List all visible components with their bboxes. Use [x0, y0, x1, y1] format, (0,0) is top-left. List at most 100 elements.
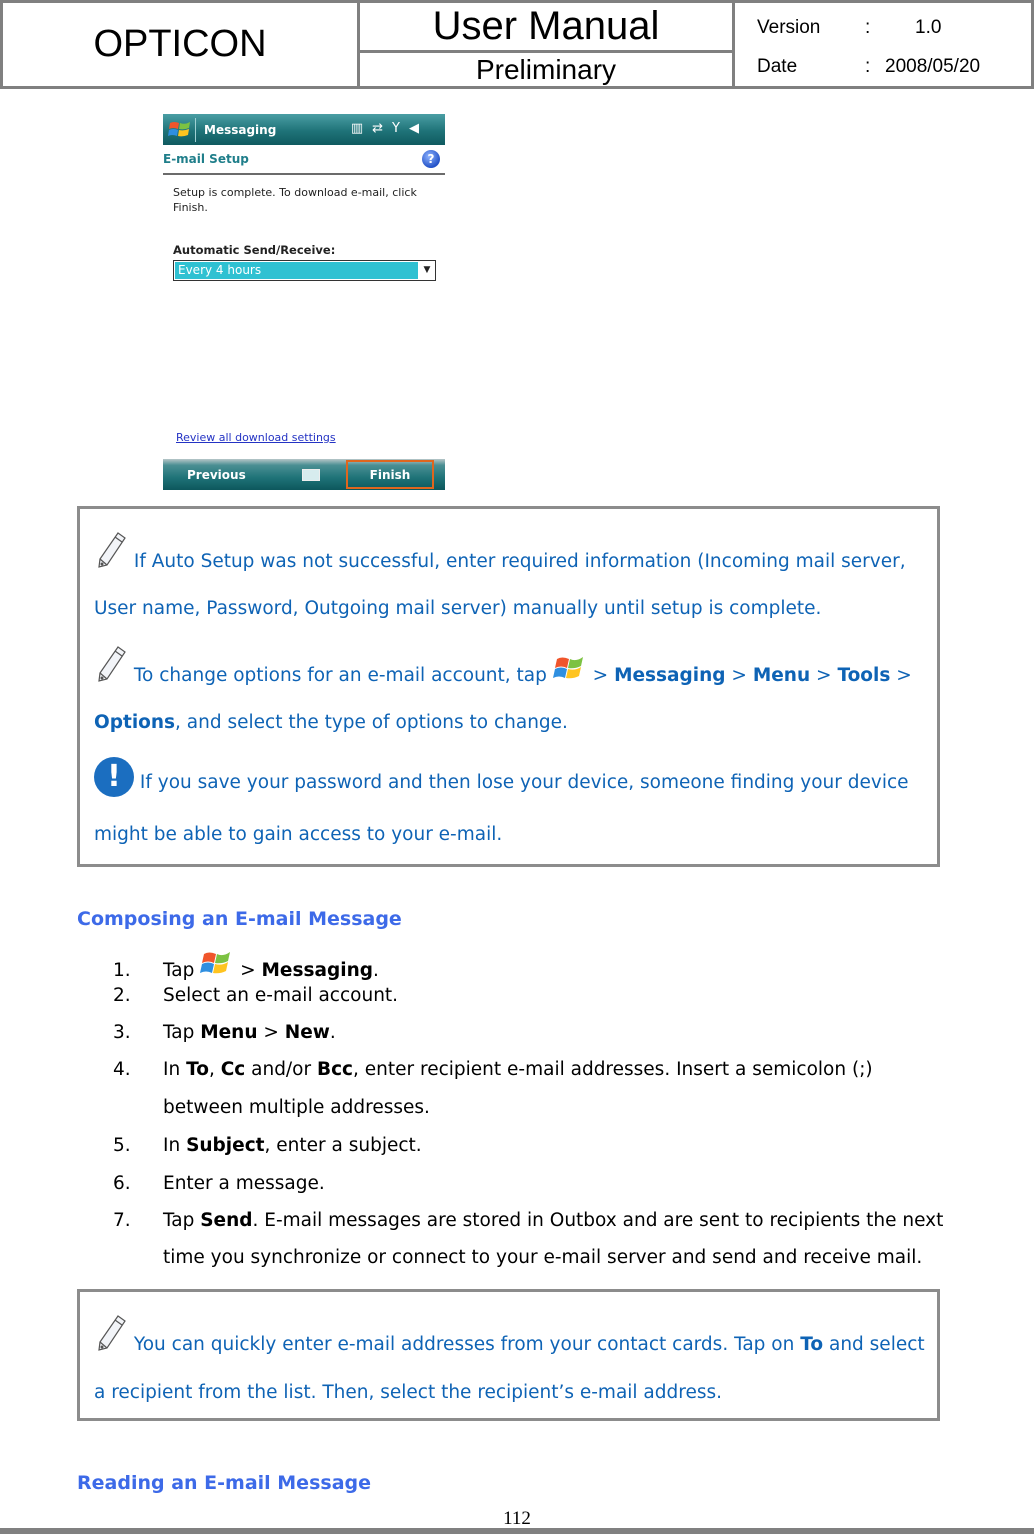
- finish-button[interactable]: Finish: [346, 460, 434, 489]
- pencil-note-icon: [94, 643, 128, 685]
- note-line: User name, Password, Outgoing mail serve…: [94, 598, 821, 619]
- device-menubar: Previous Finish: [163, 459, 445, 490]
- keyboard-icon[interactable]: [301, 468, 320, 481]
- review-settings-link[interactable]: Review all download settings: [176, 431, 336, 444]
- step-text: Tap: [163, 1210, 201, 1231]
- step-continuation: between multiple addresses.: [163, 1097, 430, 1118]
- step-text: Select an e-mail account.: [163, 985, 399, 1006]
- step-item: 2. Select an e-mail account.: [113, 985, 398, 1006]
- device-screenshot: Messaging ▥ ⇄ Y ◀ E-mail Setup ? Setup i…: [163, 114, 445, 490]
- note-line: You can quickly enter e-mail addresses f…: [94, 1312, 925, 1355]
- to-label: To: [800, 1334, 824, 1355]
- note-text: If Auto Setup was not successful, enter …: [133, 551, 906, 572]
- separator: >: [896, 665, 912, 686]
- step-text: Tap: [163, 960, 195, 981]
- date-row: Date : 2008/05/20: [757, 48, 1031, 87]
- note-text: might be able to gain access to your e-m…: [94, 824, 503, 845]
- separator: >: [240, 960, 256, 981]
- version-label: Version: [757, 17, 821, 39]
- note-line: If Auto Setup was not successful, enter …: [94, 529, 906, 572]
- step-text: , enter a subject.: [264, 1135, 422, 1156]
- signal-icon[interactable]: Y: [392, 120, 400, 138]
- connectivity-icon[interactable]: ⇄: [372, 120, 383, 138]
- step-item: 1. Tap > Messaging.: [113, 948, 379, 981]
- windows-start-icon: [200, 948, 234, 980]
- note-text: You can quickly enter e-mail addresses f…: [133, 1334, 795, 1355]
- step-number: 6.: [113, 1173, 131, 1194]
- titlebar-divider: [195, 117, 196, 142]
- step-text: ,: [208, 1059, 221, 1080]
- step-bold: To: [186, 1059, 209, 1080]
- note-text: To change options for an e-mail account,…: [133, 665, 547, 686]
- step-item: 3. Tap Menu > New.: [113, 1022, 336, 1043]
- step-text: . E-mail messages are stored in Outbox a…: [252, 1210, 944, 1231]
- date-label: Date: [757, 55, 798, 77]
- messaging-label: Messaging: [614, 665, 726, 686]
- note-line: ! If you save your password and then los…: [94, 757, 909, 797]
- options-label: Options: [94, 712, 176, 733]
- separator: >: [731, 665, 747, 686]
- separator: >: [592, 665, 609, 686]
- step-bold: Subject: [186, 1135, 265, 1156]
- previous-button[interactable]: Previous: [187, 468, 246, 482]
- step-text: In: [163, 1059, 187, 1080]
- brand-name: OPTICON: [3, 3, 360, 86]
- send-receive-value: Every 4 hours: [175, 262, 418, 279]
- page-title: E-mail Setup: [163, 152, 249, 166]
- section-heading-reading: Reading an E-mail Message: [77, 1472, 371, 1494]
- step-bold: New: [284, 1022, 330, 1043]
- document-status: Preliminary: [475, 53, 617, 85]
- note-text: User name, Password, Outgoing mail serve…: [94, 598, 822, 619]
- footer-divider: [0, 1528, 1034, 1534]
- volume-icon[interactable]: ◀: [409, 120, 419, 138]
- step-bold: Messaging: [261, 960, 373, 981]
- version-colon: :: [865, 17, 871, 39]
- note-line: Options, and select the type of options …: [94, 712, 568, 733]
- send-receive-label: Automatic Send/Receive:: [173, 243, 336, 257]
- separator: >: [257, 1022, 285, 1043]
- note-text: , and select the type of options to chan…: [175, 712, 568, 733]
- device-titlebar: Messaging ▥ ⇄ Y ◀: [163, 114, 445, 145]
- help-icon[interactable]: ?: [422, 150, 440, 168]
- device-body: Setup is complete. To download e-mail, c…: [163, 175, 445, 281]
- note-line: To change options for an e-mail account,…: [94, 643, 912, 686]
- note-text: a recipient from the list. Then, select …: [94, 1382, 722, 1403]
- app-title: Messaging: [204, 122, 277, 137]
- tools-label: Tools: [837, 665, 891, 686]
- document-header: OPTICON User Manual Preliminary Version …: [0, 0, 1034, 89]
- page-number: 112: [503, 1508, 531, 1529]
- step-bold: Cc: [220, 1059, 246, 1080]
- chevron-down-icon[interactable]: ▼: [419, 261, 435, 280]
- step-number: 3.: [113, 1022, 131, 1043]
- step-bold: Bcc: [316, 1059, 354, 1080]
- step-item: 7. Tap Send. E-mail messages are stored i…: [113, 1210, 944, 1268]
- step-bold: Menu: [200, 1022, 258, 1043]
- step-number: 2.: [113, 985, 131, 1006]
- warning-icon: !: [94, 757, 134, 797]
- pencil-note-icon: [94, 1312, 128, 1354]
- version-row: Version : 1.0: [757, 9, 1031, 48]
- windows-start-icon[interactable]: [167, 119, 193, 141]
- note-line: might be able to gain access to your e-m…: [94, 824, 502, 845]
- step-item: 4. In To, Cc and/or Bcc, enter recipient …: [113, 1059, 873, 1118]
- step-item: 5. In Subject, enter a subject.: [113, 1135, 422, 1156]
- note-text: and select: [828, 1334, 925, 1355]
- menu-label: Menu: [752, 665, 811, 686]
- step-number: 5.: [113, 1135, 131, 1156]
- send-receive-dropdown[interactable]: Every 4 hours ▼: [173, 260, 436, 281]
- step-text: In: [163, 1135, 187, 1156]
- header-title-cell: User Manual Preliminary: [360, 3, 735, 86]
- note-line: a recipient from the list. Then, select …: [94, 1382, 722, 1403]
- setup-message: Setup is complete. To download e-mail, c…: [173, 186, 417, 214]
- step-continuation: time you synchronize or connect to your …: [163, 1247, 923, 1268]
- note-box-setup: If Auto Setup was not successful, enter …: [77, 506, 940, 867]
- step-text: and/or: [245, 1059, 317, 1080]
- version-value: 1.0: [915, 17, 942, 39]
- barcode-icon[interactable]: ▥: [351, 120, 363, 138]
- step-text: , enter recipient e-mail addresses. Inse…: [353, 1059, 873, 1080]
- section-heading-composing: Composing an E-mail Message: [77, 908, 402, 930]
- windows-start-icon: [552, 653, 587, 685]
- document-title: User Manual: [360, 3, 732, 53]
- step-text: .: [372, 960, 379, 981]
- step-text: Tap: [163, 1022, 201, 1043]
